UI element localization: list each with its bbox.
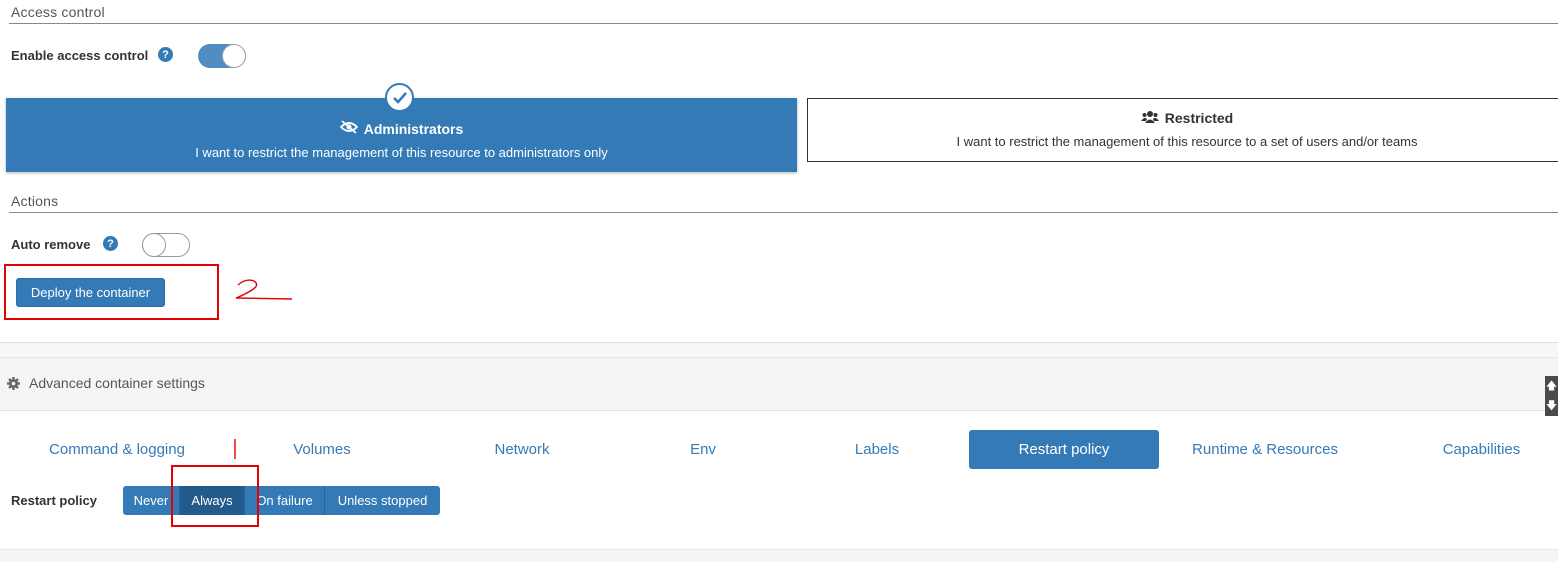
help-icon[interactable]: ? bbox=[158, 47, 173, 62]
tab-network[interactable]: Network bbox=[472, 430, 572, 469]
scroll-arrows[interactable]: 🡅 🡇 bbox=[1545, 376, 1558, 416]
tab-restart-policy[interactable]: Restart policy bbox=[969, 430, 1159, 469]
annotation-box bbox=[171, 465, 259, 527]
arrow-up-icon[interactable]: 🡅 bbox=[1546, 377, 1557, 396]
section-divider bbox=[9, 23, 1558, 24]
toggle-knob bbox=[142, 233, 166, 257]
tab-capabilities[interactable]: Capabilities bbox=[1425, 430, 1538, 469]
actions-title: Actions bbox=[11, 193, 59, 209]
section-divider bbox=[9, 212, 1558, 213]
tab-volumes[interactable]: Volumes bbox=[262, 430, 382, 469]
tab-runtime-resources[interactable]: Runtime & Resources bbox=[1175, 430, 1355, 469]
users-icon bbox=[1140, 110, 1159, 126]
panel-footer bbox=[0, 549, 1558, 562]
gear-icon bbox=[7, 377, 20, 395]
arrow-down-icon[interactable]: 🡇 bbox=[1546, 397, 1557, 416]
check-icon bbox=[385, 83, 414, 112]
annotation-mark-1 bbox=[230, 437, 240, 461]
eye-slash-icon bbox=[339, 120, 358, 137]
restart-unless-stopped-option[interactable]: Unless stopped bbox=[325, 486, 440, 515]
tab-labels[interactable]: Labels bbox=[838, 430, 916, 469]
advanced-settings-title: Advanced container settings bbox=[29, 375, 205, 391]
annotation-box bbox=[4, 264, 219, 320]
restricted-option[interactable]: Restricted I want to restrict the manage… bbox=[807, 98, 1558, 162]
toggle-knob bbox=[222, 44, 246, 68]
band bbox=[0, 343, 1558, 357]
access-control-title: Access control bbox=[11, 4, 105, 20]
auto-remove-toggle[interactable] bbox=[142, 233, 190, 257]
tab-env[interactable]: Env bbox=[668, 430, 738, 469]
access-control-toggle[interactable] bbox=[198, 44, 246, 68]
tab-command-logging[interactable]: Command & logging bbox=[30, 430, 204, 469]
restart-policy-label: Restart policy bbox=[11, 493, 97, 508]
enable-access-control-label: Enable access control bbox=[11, 48, 149, 63]
administrators-description: I want to restrict the management of thi… bbox=[195, 145, 608, 160]
advanced-settings-header[interactable]: Advanced container settings bbox=[0, 357, 1558, 411]
help-icon[interactable]: ? bbox=[103, 236, 118, 251]
auto-remove-label: Auto remove bbox=[11, 237, 91, 252]
restricted-title: Restricted bbox=[1164, 110, 1234, 126]
annotation-mark-2 bbox=[232, 277, 296, 303]
administrators-title: Administrators bbox=[363, 120, 464, 137]
restricted-description: I want to restrict the management of thi… bbox=[956, 134, 1418, 149]
